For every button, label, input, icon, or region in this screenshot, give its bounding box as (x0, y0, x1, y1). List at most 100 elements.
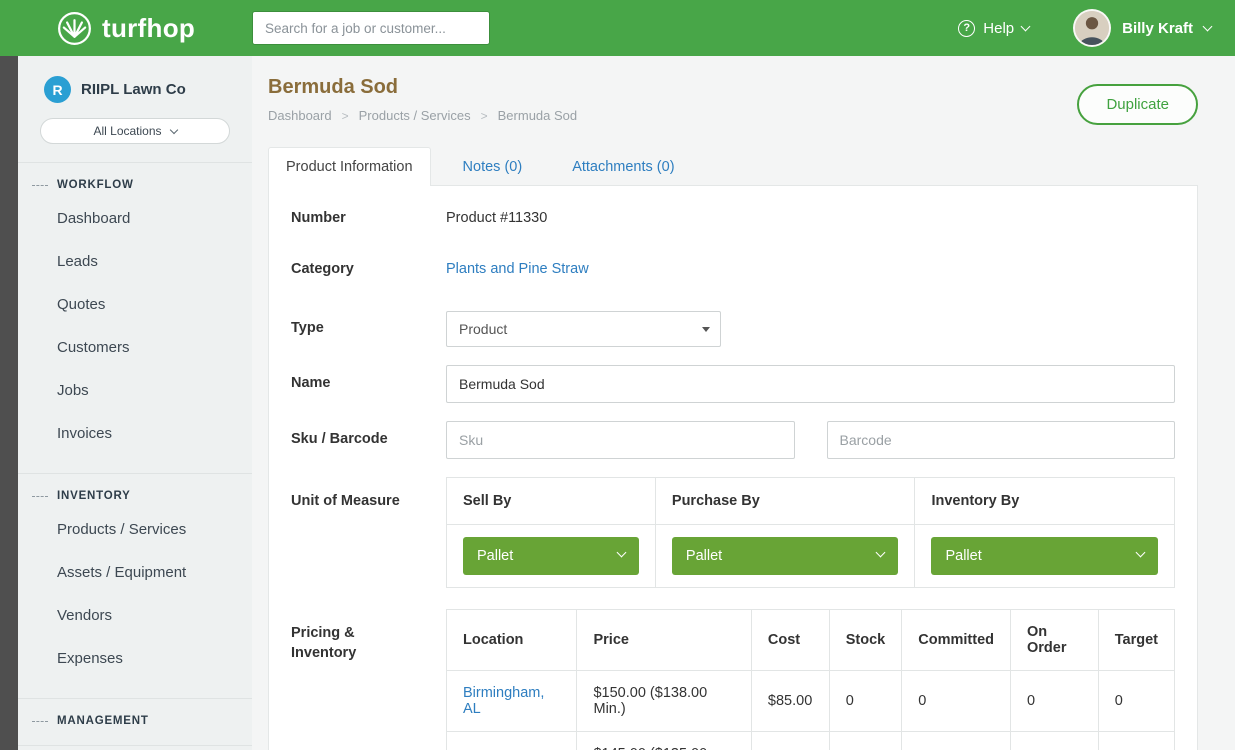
brand-name: turfhop (102, 13, 195, 44)
sidebar-item-assets-equipment[interactable]: Assets / Equipment (18, 551, 252, 594)
sku-barcode-row: Sku / Barcode (291, 421, 1175, 459)
all-locations-label: All Locations (93, 124, 161, 138)
category-label: Category (291, 259, 446, 279)
unit-of-measure-table: Sell By Purchase By Inventory By Pallet (446, 477, 1175, 588)
user-name: Billy Kraft (1122, 20, 1193, 37)
breadcrumb-separator: > (481, 109, 488, 123)
sidebar-item-vendors[interactable]: Vendors (18, 594, 252, 637)
sidebar-item-dashboard[interactable]: Dashboard (18, 197, 252, 240)
section-header-inventory[interactable]: INVENTORY (18, 490, 252, 502)
col-price: Price (577, 609, 751, 670)
inventory-by-value: Pallet (945, 548, 981, 564)
sku-barcode-label: Sku / Barcode (291, 429, 446, 449)
all-locations-dropdown[interactable]: All Locations (40, 118, 230, 144)
category-row: Category Plants and Pine Straw (291, 259, 1175, 279)
search-input[interactable] (252, 11, 490, 45)
breadcrumb-dashboard[interactable]: Dashboard (268, 108, 332, 123)
sidebar-item-invoices[interactable]: Invoices (18, 412, 252, 455)
brand-logo[interactable]: turfhop (0, 10, 252, 47)
type-select[interactable]: Product (446, 311, 721, 347)
purchase-by-dropdown[interactable]: Pallet (672, 537, 899, 575)
type-label: Type (291, 318, 446, 338)
breadcrumb-current: Bermuda Sod (498, 108, 578, 123)
sidebar-item-products-services[interactable]: Products / Services (18, 508, 252, 551)
target-cell: 0 (1098, 731, 1174, 750)
tab-bar: Product Information Notes (0) Attachment… (268, 147, 1198, 185)
section-header-management[interactable]: MANAGEMENT (18, 715, 252, 727)
nav-section-reports: REPORTS (18, 745, 252, 750)
chevron-down-icon (1203, 22, 1213, 32)
sell-by-dropdown[interactable]: Pallet (463, 537, 639, 575)
pricing-inventory-row: Pricing & Inventory Location Price Cost … (291, 609, 1175, 750)
product-information-panel: Number Product #11330 Category Plants an… (268, 185, 1198, 750)
col-target: Target (1098, 609, 1174, 670)
chevron-down-icon (169, 126, 177, 134)
sidebar-item-leads[interactable]: Leads (18, 240, 252, 283)
inventory-by-dropdown[interactable]: Pallet (931, 537, 1158, 575)
company-name: RIIPL Lawn Co (81, 81, 186, 98)
purchase-by-header: Purchase By (655, 477, 915, 524)
target-cell: 0 (1098, 670, 1174, 731)
sell-by-header: Sell By (447, 477, 656, 524)
sell-by-value: Pallet (477, 548, 513, 564)
committed-cell: 0 (902, 670, 1011, 731)
tab-notes[interactable]: Notes (0) (445, 147, 541, 186)
number-value: Product #11330 (446, 210, 1175, 226)
breadcrumb-separator: > (342, 109, 349, 123)
name-input[interactable] (446, 365, 1175, 403)
chevron-down-icon (616, 547, 626, 557)
tab-attachments[interactable]: Attachments (0) (554, 147, 692, 186)
section-label: INVENTORY (57, 490, 131, 502)
type-row: Type Product (291, 311, 1175, 347)
stock-cell: 0 (829, 731, 902, 750)
col-committed: Committed (902, 609, 1011, 670)
col-cost: Cost (751, 609, 829, 670)
pricing-inventory-label: Pricing & Inventory (291, 609, 446, 664)
tab-product-information[interactable]: Product Information (268, 147, 431, 186)
chevron-down-icon (1136, 547, 1146, 557)
name-label: Name (291, 373, 446, 393)
user-menu[interactable]: Billy Kraft (1073, 9, 1211, 47)
duplicate-button[interactable]: Duplicate (1077, 84, 1198, 125)
page-header: Bermuda Sod Dashboard > Products / Servi… (268, 76, 1198, 125)
sku-input[interactable] (446, 421, 795, 459)
sidebar-item-expenses[interactable]: Expenses (18, 637, 252, 680)
chevron-down-icon (1021, 22, 1031, 32)
barcode-input[interactable] (827, 421, 1176, 459)
page-title: Bermuda Sod (268, 76, 577, 99)
tree-dash-icon (32, 496, 48, 497)
inventory-by-header: Inventory By (915, 477, 1175, 524)
help-icon: ? (958, 20, 975, 37)
name-row: Name (291, 365, 1175, 403)
section-header-workflow[interactable]: WORKFLOW (18, 179, 252, 191)
price-cell: $150.00 ($138.00 Min.) (577, 670, 751, 731)
cost-cell: $80.00 (751, 731, 829, 750)
sidebar-item-jobs[interactable]: Jobs (18, 369, 252, 412)
col-location: Location (447, 609, 577, 670)
table-row: Birmingham, AL $150.00 ($138.00 Min.) $8… (447, 670, 1175, 731)
number-label: Number (291, 208, 446, 228)
cost-cell: $85.00 (751, 670, 829, 731)
on-order-cell: 0 (1011, 670, 1099, 731)
category-link[interactable]: Plants and Pine Straw (446, 261, 589, 277)
avatar (1073, 9, 1111, 47)
help-menu[interactable]: ? Help (958, 20, 1029, 37)
sidebar-item-customers[interactable]: Customers (18, 326, 252, 369)
topbar: turfhop ? Help Billy Kraft (0, 0, 1235, 56)
turfhop-sprinkler-icon (56, 10, 93, 47)
col-on-order: On Order (1011, 609, 1099, 670)
breadcrumb: Dashboard > Products / Services > Bermud… (268, 108, 577, 123)
location-link-birmingham[interactable]: Birmingham, AL (463, 685, 544, 717)
help-label: Help (983, 20, 1014, 37)
number-row: Number Product #11330 (291, 208, 1175, 228)
left-edge-strip (0, 56, 18, 750)
sidebar-item-quotes[interactable]: Quotes (18, 283, 252, 326)
on-order-cell: 0 (1011, 731, 1099, 750)
committed-cell: 0 (902, 731, 1011, 750)
chevron-down-icon (876, 547, 886, 557)
breadcrumb-products-services[interactable]: Products / Services (359, 108, 471, 123)
stock-cell: 0 (829, 670, 902, 731)
tree-dash-icon (32, 185, 48, 186)
section-label: WORKFLOW (57, 179, 134, 191)
unit-of-measure-row: Unit of Measure Sell By Purchase By Inve… (291, 477, 1175, 588)
